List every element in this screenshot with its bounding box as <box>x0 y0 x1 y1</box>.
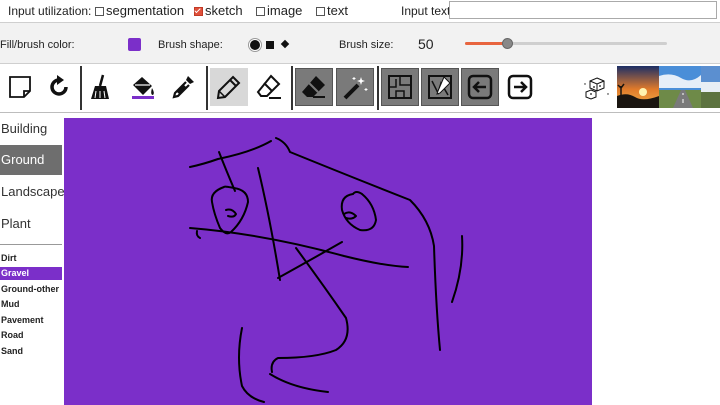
redo-button[interactable] <box>40 68 78 106</box>
sketch-stroke <box>451 235 464 303</box>
new-page-icon <box>9 76 31 98</box>
fill-color-label: Fill/brush color: <box>0 39 75 51</box>
drawing-canvas[interactable] <box>64 118 592 405</box>
category-landscape[interactable]: Landscape <box>0 177 65 207</box>
segment-map-icon <box>388 75 412 99</box>
segment-map-button[interactable] <box>381 68 419 106</box>
sketch-stroke <box>270 247 349 373</box>
category-building[interactable]: Building <box>0 114 62 144</box>
diamond-shape-icon[interactable] <box>280 39 290 49</box>
brush-size-value: 50 <box>418 36 434 52</box>
next-button[interactable] <box>501 68 539 106</box>
toolbar-separator <box>291 66 293 110</box>
circle-shape-icon[interactable] <box>250 40 260 50</box>
sketch-stroke <box>340 191 377 232</box>
brush-size-slider[interactable] <box>465 38 667 49</box>
sketch-stroke <box>257 167 281 281</box>
brush-size-label: Brush size: <box>339 39 394 51</box>
sketch-stroke <box>269 373 329 393</box>
sketch-strokes <box>189 137 464 403</box>
subcategory-road[interactable]: Road <box>0 329 62 342</box>
sketch-map-button[interactable] <box>421 68 459 106</box>
eyedropper-icon <box>172 76 194 99</box>
sketch-stroke <box>238 327 265 403</box>
clear-button[interactable] <box>82 68 120 106</box>
subcategory-sand[interactable]: Sand <box>0 345 62 358</box>
new-page-button[interactable] <box>1 68 39 106</box>
road-image <box>659 66 701 108</box>
input-utilization-bar: Input utilization: segmentation sketch i… <box>0 0 720 23</box>
tool-bar <box>0 64 720 113</box>
subcategory-mud[interactable]: Mud <box>0 298 62 311</box>
magic-wand-icon <box>343 77 368 100</box>
category-sidebar: Building Ground Landscape Plant Dirt Gra… <box>0 113 65 405</box>
next-icon <box>507 74 533 100</box>
subcategory-gravel[interactable]: Gravel <box>0 267 62 280</box>
style-thumbnail-road[interactable] <box>659 66 701 108</box>
toolbar-separator <box>377 66 379 110</box>
image-checkbox[interactable] <box>256 7 265 16</box>
fill-bucket-button[interactable] <box>124 68 162 106</box>
brush-settings-bar: Fill/brush color: Brush shape: Brush siz… <box>0 23 720 64</box>
sketch-label: sketch <box>205 3 243 18</box>
fill-color-swatch[interactable] <box>128 38 141 51</box>
field-image <box>701 66 720 108</box>
input-text-label: Input text: <box>401 4 454 18</box>
pencil-button[interactable] <box>210 68 248 106</box>
random-dice-icon <box>584 77 609 100</box>
subcategory-ground-other[interactable]: Ground-other <box>0 283 62 296</box>
square-shape-icon[interactable] <box>266 41 274 49</box>
broom-icon <box>91 74 109 99</box>
sketch-stroke <box>189 227 409 268</box>
category-plant[interactable]: Plant <box>0 209 62 239</box>
style-thumbnail-sunset[interactable] <box>617 66 659 108</box>
text-option-label: text <box>327 3 348 18</box>
paint-bucket-icon <box>132 77 154 99</box>
input-utilization-label: Input utilization: <box>8 4 92 18</box>
segmentation-label: segmentation <box>106 3 185 18</box>
sketch-stroke <box>343 211 357 220</box>
previous-icon <box>467 74 493 100</box>
input-text-field[interactable] <box>449 1 717 19</box>
eraser-button[interactable] <box>295 68 333 106</box>
line-eraser-button[interactable] <box>250 68 288 106</box>
image-label: image <box>267 3 303 18</box>
subcategory-dirt[interactable]: Dirt <box>0 252 62 265</box>
sketch-stroke <box>225 208 237 218</box>
redo-icon <box>50 75 68 96</box>
style-thumbnail-field[interactable] <box>701 66 720 108</box>
pencil-icon <box>216 75 241 100</box>
brush-shape-label: Brush shape: <box>158 39 223 51</box>
subcategory-pavement[interactable]: Pavement <box>0 314 62 327</box>
eraser-icon <box>302 76 325 98</box>
eyedropper-button[interactable] <box>164 68 202 106</box>
random-button[interactable] <box>578 68 616 106</box>
sketch-stroke <box>189 140 272 168</box>
sidebar-divider <box>0 244 62 245</box>
toolbar-separator <box>206 66 208 110</box>
brush-size-slider-fill <box>465 42 508 45</box>
sketch-stroke <box>195 230 201 239</box>
category-ground[interactable]: Ground <box>0 145 62 175</box>
sketch-stroke <box>275 137 441 351</box>
sketch-checkbox[interactable] <box>194 7 203 16</box>
text-checkbox[interactable] <box>316 7 325 16</box>
previous-button[interactable] <box>461 68 499 106</box>
segmentation-checkbox[interactable] <box>95 7 104 16</box>
brush-size-slider-handle[interactable] <box>502 38 514 49</box>
sunset-image <box>617 66 659 108</box>
sketch-map-icon <box>428 75 452 99</box>
magic-wand-button[interactable] <box>336 68 374 106</box>
line-eraser-icon <box>256 74 281 99</box>
